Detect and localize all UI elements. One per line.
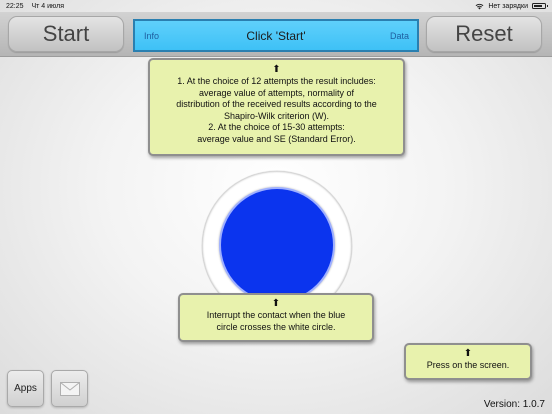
info-line: 1. At the choice of 12 attempts the resu… [177,76,376,86]
press-callout: ⬆ Press on the screen. [404,343,532,380]
arrow-up-icon: ⬆ [463,348,473,359]
display-message: Click 'Start' [246,28,306,43]
battery-fill [534,5,543,7]
info-link[interactable]: Info [144,31,159,41]
contact-line: Interrupt the contact when the blue [206,310,346,320]
press-text: Press on the screen. [426,360,510,370]
status-left: 22:25 Чт 4 июля [6,3,70,10]
reset-button[interactable]: Reset [426,16,542,52]
mail-button[interactable] [51,370,88,407]
contact-line: circle crosses the white circle. [216,321,336,332]
wifi-icon [475,3,484,9]
arrow-up-icon: ⬆ [271,298,281,309]
charging-status: Нет зарядки [488,2,528,10]
apps-button[interactable]: Apps [7,370,44,407]
info-line: distribution of the received results acc… [176,99,377,109]
info-line: 2. At the choice of 15-30 attempts: [208,122,345,132]
status-bar: 22:25 Чт 4 июля Нет зарядки [0,0,552,12]
info-line: average value and SE (Standard Error). [197,133,356,144]
status-right: Нет зарядки [475,2,548,10]
data-link[interactable]: Data [390,31,409,41]
contact-callout: ⬆ Interrupt the contact when the blue ci… [178,293,374,342]
top-toolbar: Start Info Click 'Start' Data Reset [0,12,552,57]
status-display: Info Click 'Start' Data [133,19,419,52]
arrow-up-icon: ⬆ [272,64,281,75]
info-callout: ⬆ 1. At the choice of 12 attempts the re… [148,58,405,156]
blue-circle[interactable] [219,187,335,303]
start-button[interactable]: Start [8,16,124,52]
status-date: Чт 4 июля [31,2,65,10]
envelope-icon [59,381,80,396]
status-time: 22:25 [6,2,24,10]
info-line: Shapiro-Wilk criterion (W). [223,110,329,121]
info-line: average value of attempts, normality of [198,87,355,98]
battery-icon [532,3,548,9]
version-label: Version: 1.0.7 [483,399,545,410]
